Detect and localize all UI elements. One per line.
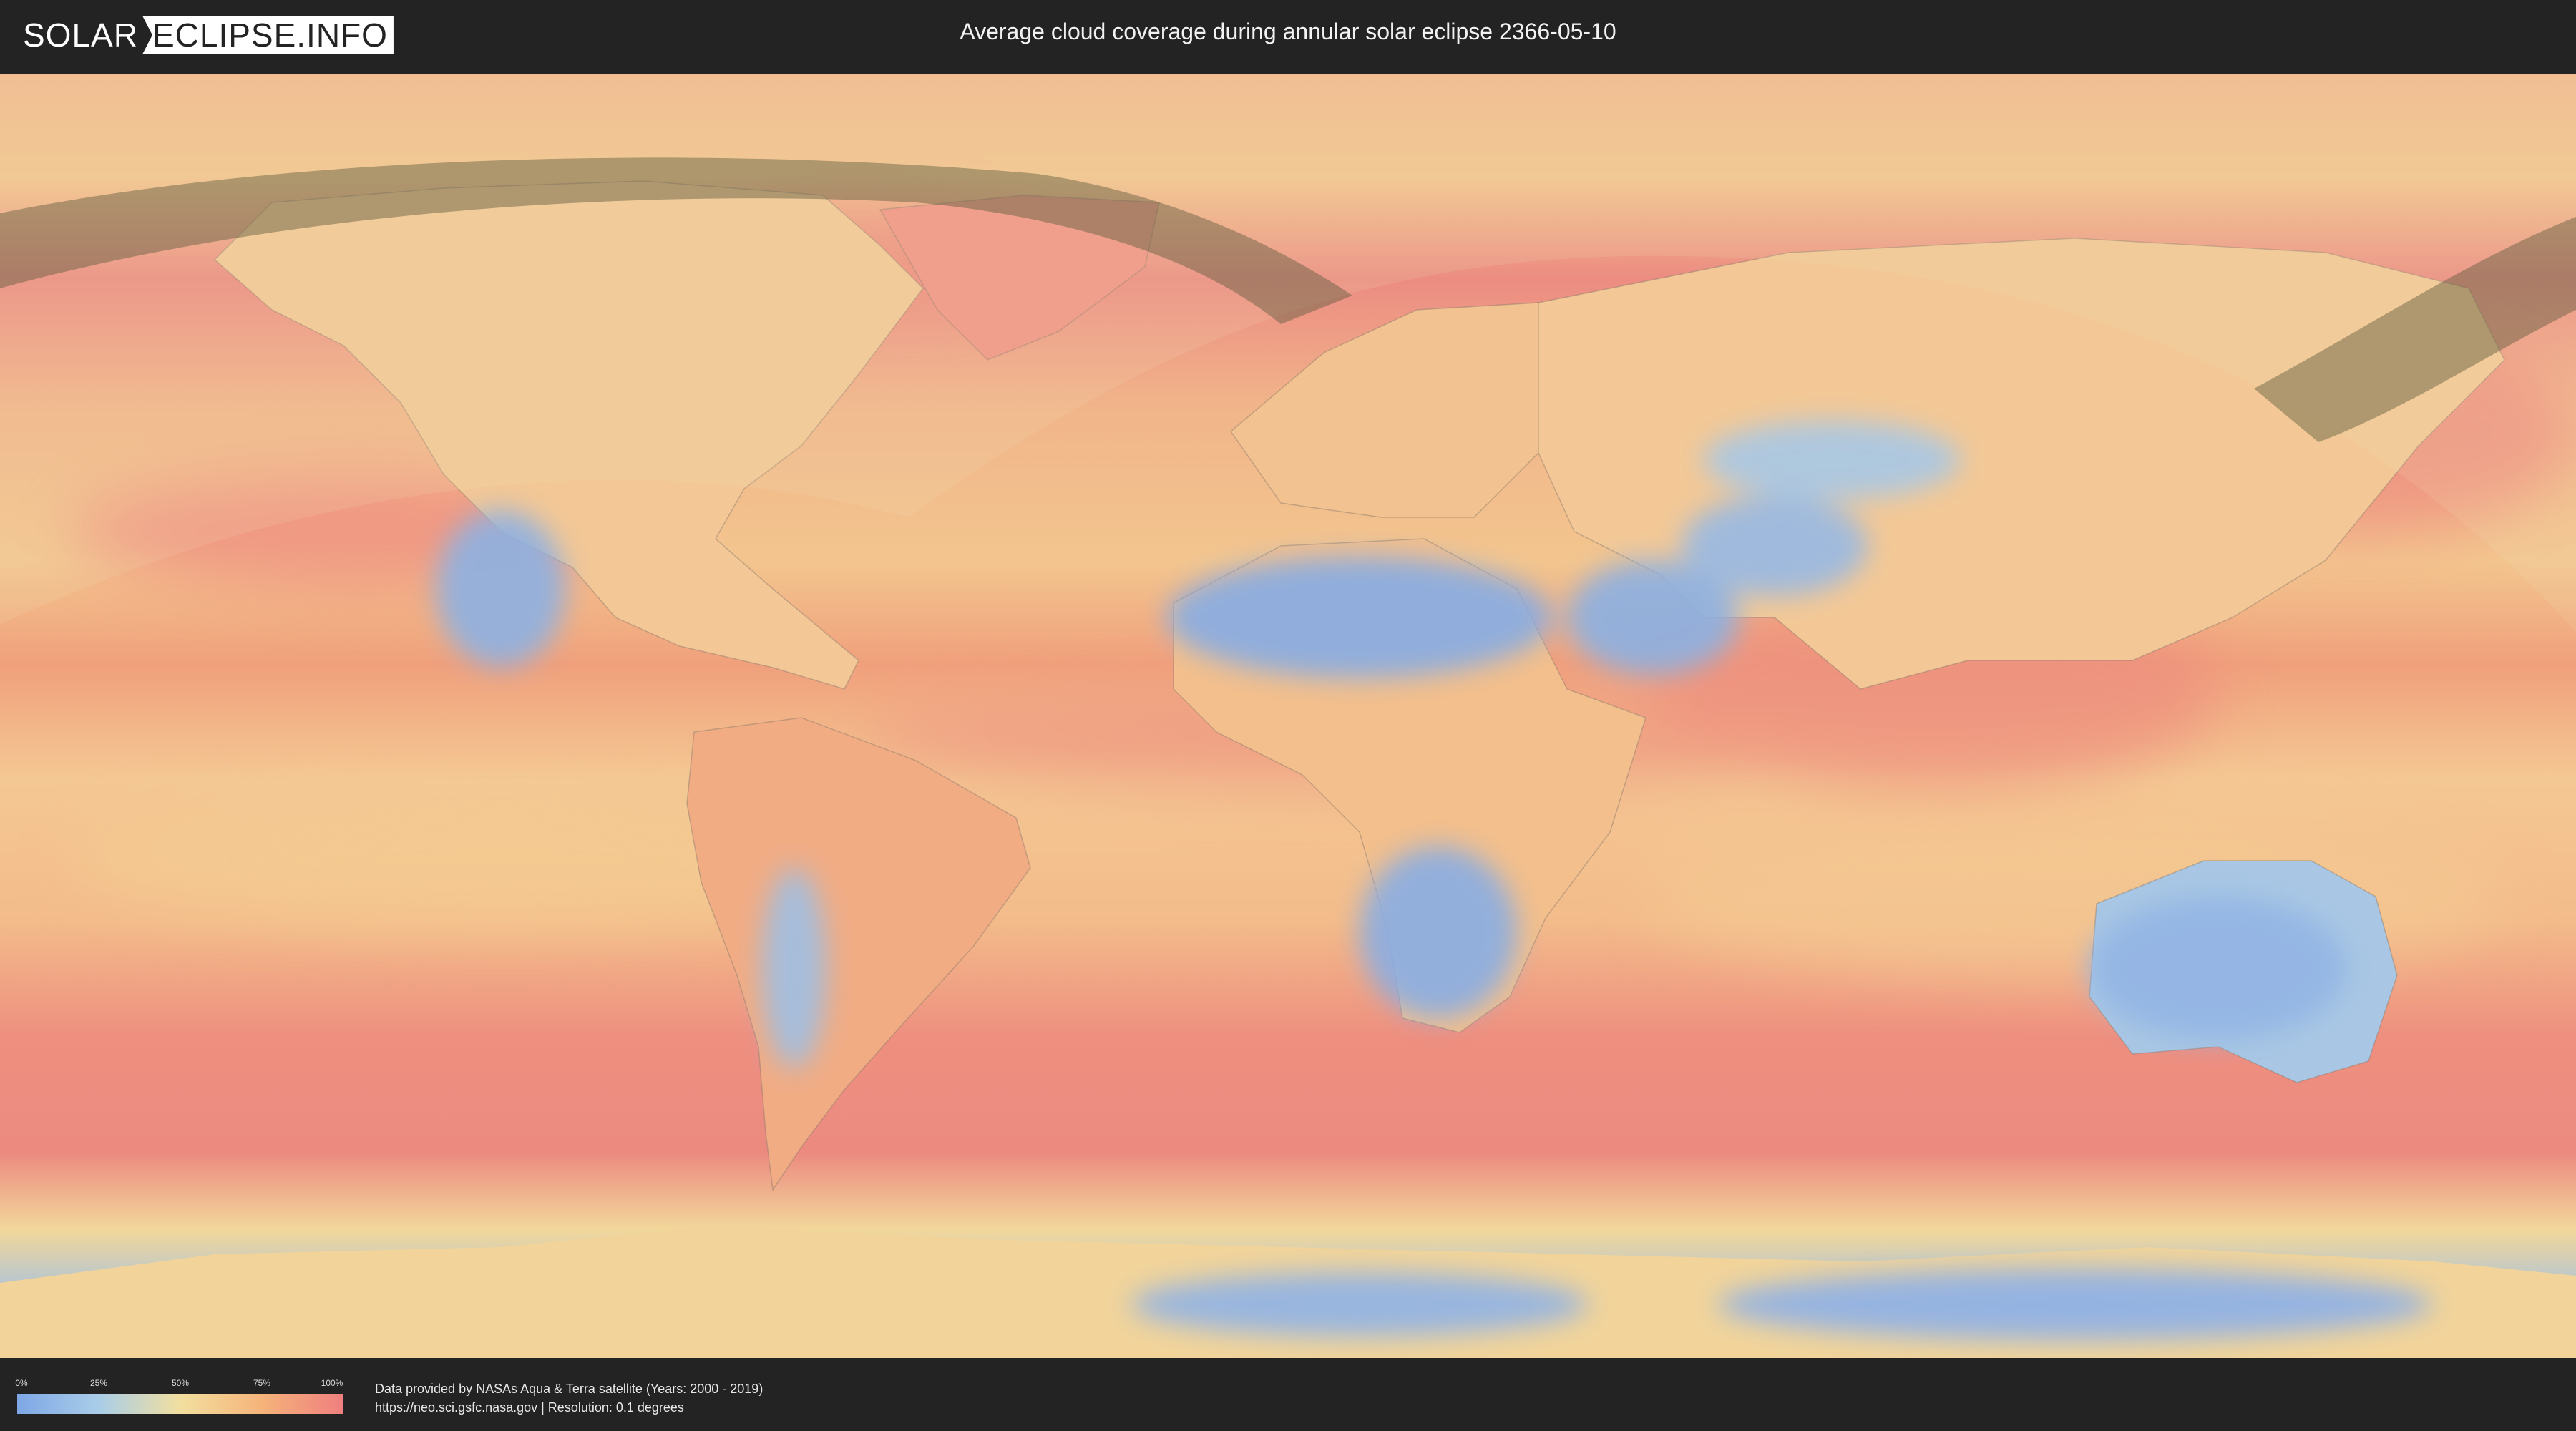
- antarctic-clear-west: [1131, 1272, 1589, 1337]
- australia-clear: [2089, 897, 2347, 1040]
- credit-line-source: Data provided by NASAs Aqua & Terra sate…: [375, 1382, 763, 1396]
- southern-africa-clear: [1360, 846, 1517, 1018]
- legend-tick-100: 100%: [321, 1378, 343, 1388]
- iran-clear: [1682, 496, 1868, 596]
- legend-tick-25: 25%: [89, 1378, 108, 1388]
- map-container: [0, 74, 2576, 1358]
- antarctic-clear-east: [1717, 1269, 2433, 1340]
- data-credits: Data provided by NASAs Aqua & Terra sate…: [375, 1379, 763, 1417]
- legend-tick-0: 0%: [15, 1378, 28, 1388]
- footer: 0% 25% 50% 75% 100% Data provided by NAS…: [0, 1358, 2576, 1431]
- cloud-coverage-legend: 0% 25% 50% 75% 100%: [15, 1378, 343, 1414]
- credit-line-url: https://neo.sci.gsfc.nasa.gov | Resoluti…: [375, 1400, 684, 1415]
- central-asia-clear: [1703, 421, 1961, 499]
- cloud-coverage-map: [0, 74, 2576, 1358]
- legend-tick-75: 75%: [253, 1378, 271, 1388]
- legend-color-bar: [17, 1394, 343, 1414]
- andes-clear: [762, 868, 826, 1068]
- mexico-clear: [436, 510, 565, 668]
- sahara-clear: [1166, 557, 1553, 678]
- header: SOLAR ECLIPSE.INFO Average cloud coverag…: [0, 0, 2576, 72]
- page-title: Average cloud coverage during annular so…: [960, 19, 1616, 44]
- legend-labels: 0% 25% 50% 75% 100%: [15, 1378, 343, 1392]
- legend-tick-50: 50%: [171, 1378, 190, 1388]
